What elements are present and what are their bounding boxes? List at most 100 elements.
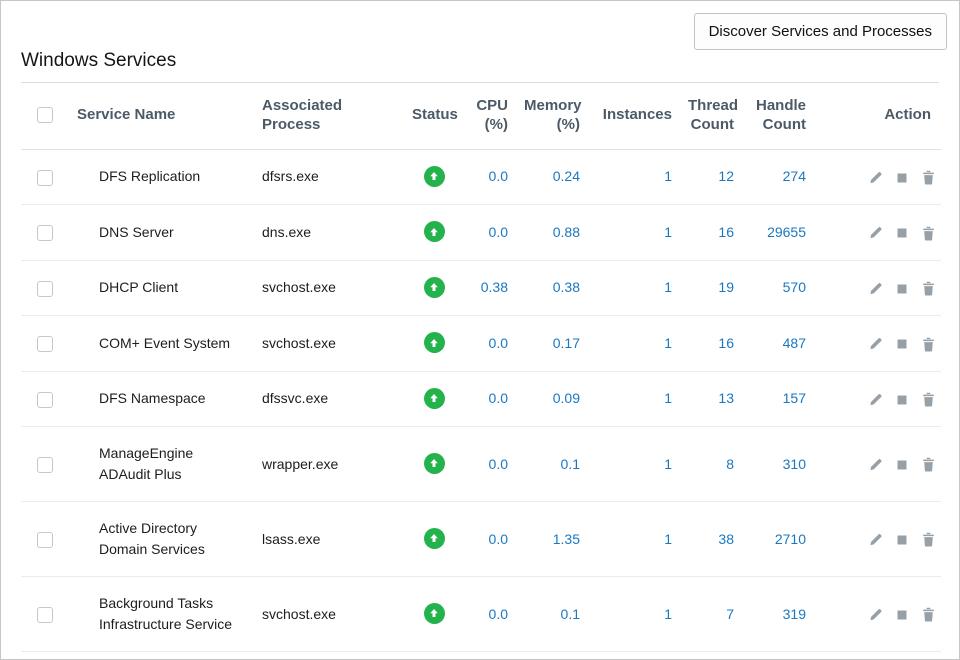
- memory-value: 0.38: [516, 260, 588, 316]
- col-instances: Instances: [588, 83, 680, 149]
- row-checkbox[interactable]: [37, 225, 53, 241]
- delete-icon[interactable]: [922, 392, 935, 407]
- checkbox-cell: [21, 502, 69, 577]
- action-cell: [814, 371, 941, 427]
- discover-services-button[interactable]: Discover Services and Processes: [694, 13, 947, 50]
- windows-services-panel: Discover Services and Processes Windows …: [0, 0, 960, 660]
- thread-count-value: 12: [680, 149, 742, 205]
- thread-count-value: 8: [680, 427, 742, 502]
- thread-count-value: 13: [680, 371, 742, 427]
- action-cell: [814, 260, 941, 316]
- row-checkbox[interactable]: [37, 281, 53, 297]
- instances-value: 1: [588, 316, 680, 372]
- handle-count-value: 487: [742, 316, 814, 372]
- action-cell: [814, 149, 941, 205]
- table-row: DFS Replication dfsrs.exe 0.0 0.24 1 12 …: [21, 149, 941, 205]
- stop-icon[interactable]: [896, 227, 908, 239]
- associated-process: dfsrs.exe: [254, 149, 404, 205]
- action-cell: [814, 205, 941, 261]
- status-cell: [404, 502, 464, 577]
- status-up-icon: [424, 166, 445, 187]
- status-cell: [404, 316, 464, 372]
- header-row: Service Name Associated Process Status C…: [21, 83, 941, 149]
- delete-icon[interactable]: [922, 457, 935, 472]
- edit-icon[interactable]: [868, 171, 882, 185]
- edit-icon[interactable]: [868, 393, 882, 407]
- status-up-icon: [424, 603, 445, 624]
- services-table: Service Name Associated Process Status C…: [21, 83, 941, 652]
- edit-icon[interactable]: [868, 458, 882, 472]
- stop-icon[interactable]: [896, 338, 908, 350]
- table-body: DFS Replication dfsrs.exe 0.0 0.24 1 12 …: [21, 149, 941, 652]
- associated-process: lsass.exe: [254, 502, 404, 577]
- instances-value: 1: [588, 371, 680, 427]
- delete-icon[interactable]: [922, 170, 935, 185]
- stop-icon[interactable]: [896, 172, 908, 184]
- checkbox-cell: [21, 371, 69, 427]
- memory-value: 0.1: [516, 427, 588, 502]
- row-checkbox[interactable]: [37, 607, 53, 623]
- status-up-icon: [424, 528, 445, 549]
- handle-count-value: 2710: [742, 502, 814, 577]
- checkbox-cell: [21, 149, 69, 205]
- status-up-icon: [424, 221, 445, 242]
- action-cell: [814, 316, 941, 372]
- associated-process: wrapper.exe: [254, 427, 404, 502]
- handle-count-value: 319: [742, 577, 814, 652]
- delete-icon[interactable]: [922, 607, 935, 622]
- edit-icon[interactable]: [868, 282, 882, 296]
- action-cell: [814, 427, 941, 502]
- stop-icon[interactable]: [896, 609, 908, 621]
- cpu-value: 0.0: [464, 577, 516, 652]
- thread-count-value: 16: [680, 205, 742, 261]
- row-checkbox[interactable]: [37, 532, 53, 548]
- associated-process: svchost.exe: [254, 260, 404, 316]
- status-up-icon: [424, 277, 445, 298]
- delete-icon[interactable]: [922, 532, 935, 547]
- status-cell: [404, 260, 464, 316]
- instances-value: 1: [588, 427, 680, 502]
- service-name: COM+ Event System: [69, 316, 254, 372]
- action-cell: [814, 502, 941, 577]
- memory-value: 1.35: [516, 502, 588, 577]
- stop-icon[interactable]: [896, 534, 908, 546]
- delete-icon[interactable]: [922, 281, 935, 296]
- delete-icon[interactable]: [922, 337, 935, 352]
- stop-icon[interactable]: [896, 394, 908, 406]
- cpu-value: 0.0: [464, 316, 516, 372]
- row-checkbox[interactable]: [37, 336, 53, 352]
- status-up-icon: [424, 388, 445, 409]
- stop-icon[interactable]: [896, 459, 908, 471]
- memory-value: 0.17: [516, 316, 588, 372]
- thread-count-value: 7: [680, 577, 742, 652]
- top-toolbar: Discover Services and Processes: [1, 1, 959, 50]
- service-name: DFS Replication: [69, 149, 254, 205]
- cpu-value: 0.38: [464, 260, 516, 316]
- service-name: Background Tasks Infrastructure Service: [69, 577, 254, 652]
- handle-count-value: 157: [742, 371, 814, 427]
- stop-icon[interactable]: [896, 283, 908, 295]
- thread-count-value: 16: [680, 316, 742, 372]
- edit-icon[interactable]: [868, 533, 882, 547]
- edit-icon[interactable]: [868, 337, 882, 351]
- cpu-value: 0.0: [464, 502, 516, 577]
- edit-icon[interactable]: [868, 608, 882, 622]
- row-checkbox[interactable]: [37, 457, 53, 473]
- edit-icon[interactable]: [868, 226, 882, 240]
- row-checkbox[interactable]: [37, 170, 53, 186]
- col-handle-count: Handle Count: [742, 83, 814, 149]
- checkbox-cell: [21, 316, 69, 372]
- row-checkbox[interactable]: [37, 392, 53, 408]
- status-cell: [404, 149, 464, 205]
- col-status: Status: [404, 83, 464, 149]
- select-all-checkbox[interactable]: [37, 107, 53, 123]
- table-row: Active Directory Domain Services lsass.e…: [21, 502, 941, 577]
- checkbox-cell: [21, 427, 69, 502]
- delete-icon[interactable]: [922, 226, 935, 241]
- service-name: DHCP Client: [69, 260, 254, 316]
- handle-count-value: 29655: [742, 205, 814, 261]
- checkbox-cell: [21, 577, 69, 652]
- checkbox-cell: [21, 205, 69, 261]
- action-cell: [814, 577, 941, 652]
- checkbox-cell: [21, 260, 69, 316]
